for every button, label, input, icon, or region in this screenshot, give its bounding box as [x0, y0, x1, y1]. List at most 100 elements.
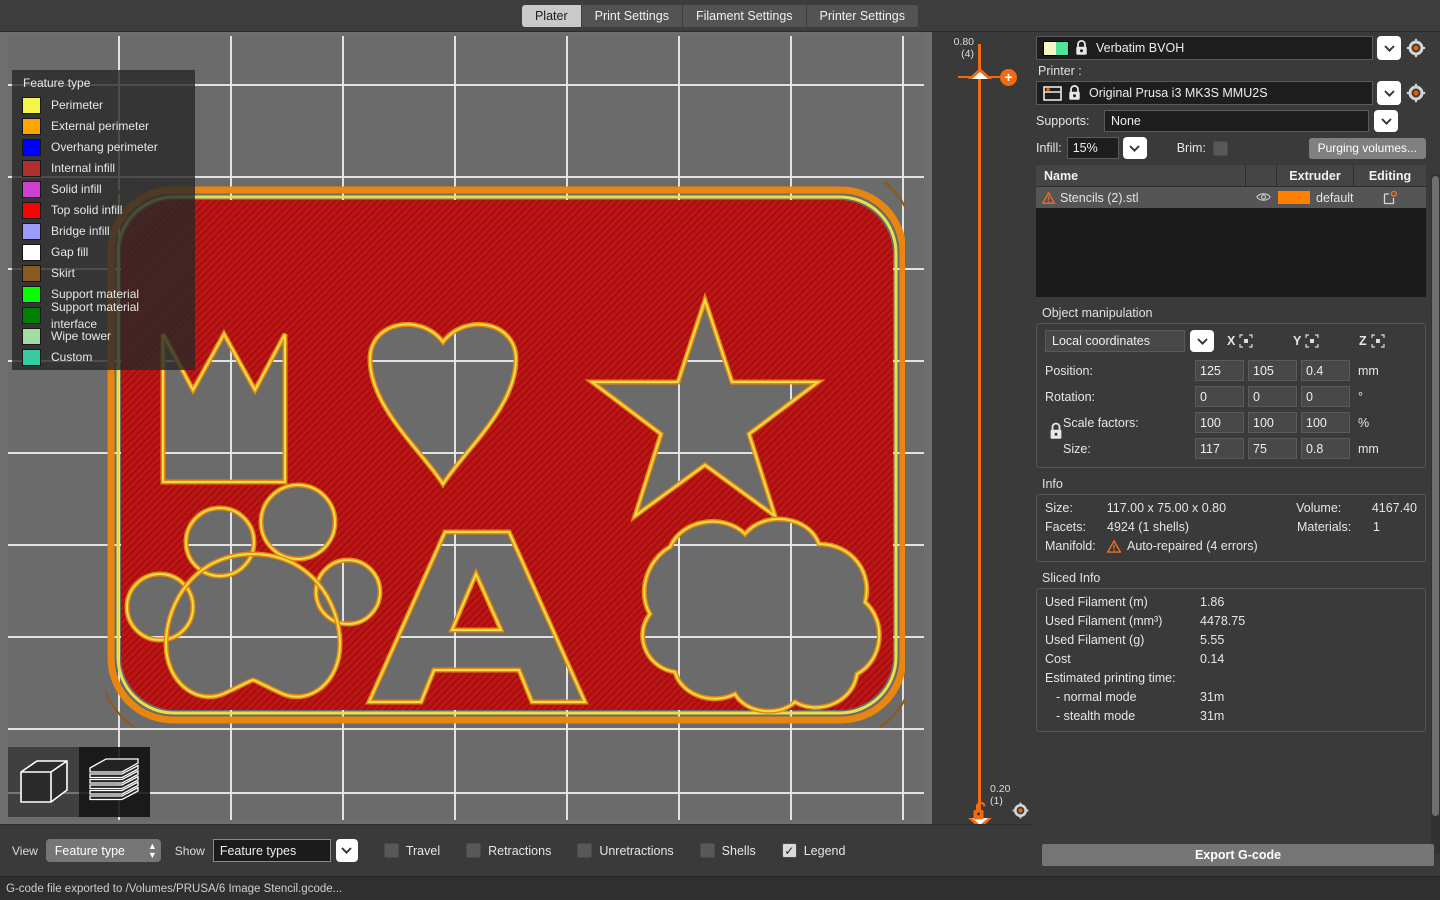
travel-label: Travel — [405, 843, 441, 858]
filament-preset-dropdown[interactable] — [1377, 36, 1401, 60]
object-extruder-cell[interactable]: default — [1278, 191, 1354, 205]
legend-swatch — [22, 202, 41, 219]
editor-view-button[interactable] — [8, 747, 79, 817]
lock-icon — [1050, 422, 1062, 439]
one-layer-lock-button[interactable] — [972, 801, 989, 826]
size-y-field[interactable]: 75 — [1248, 438, 1297, 459]
export-gcode-button[interactable]: Export G-code — [1042, 844, 1434, 866]
layer-slider-upper-handle[interactable] — [968, 68, 992, 79]
main-tab-bar: Plater Print Settings Filament Settings … — [0, 0, 1440, 32]
object-manipulation-box: Local coordinates X Y Z Position: 125 10… — [1036, 323, 1426, 468]
size-x-field[interactable]: 117 — [1195, 438, 1244, 459]
info-volume-value: 4167.40 — [1371, 501, 1417, 515]
status-message: G-code file exported to /Volumes/PRUSA/6… — [6, 882, 343, 895]
brim-checkbox[interactable] — [1212, 140, 1228, 156]
show-dropdown[interactable] — [335, 839, 358, 862]
tab-filament-settings[interactable]: Filament Settings — [682, 4, 807, 27]
object-manipulation-group: Object manipulation Local coordinates X — [1036, 306, 1426, 468]
travel-checkbox[interactable] — [383, 843, 399, 858]
printer-preset-combo[interactable]: Original Prusa i3 MK3S MMU2S — [1036, 81, 1373, 105]
legend-item-solid-infill: Solid infill — [22, 179, 187, 200]
infill-value-field[interactable]: 15% — [1066, 137, 1119, 159]
add-color-change-button[interactable]: + — [1000, 69, 1017, 86]
gcode-preview-viewport[interactable]: Feature type Perimeter External perimete… — [0, 32, 932, 824]
axis-reset-icon[interactable] — [1371, 334, 1385, 348]
axis-reset-icon[interactable] — [1239, 334, 1253, 348]
preview-view-button[interactable] — [79, 747, 150, 817]
supports-combo[interactable]: None — [1104, 110, 1369, 132]
scale-z-field[interactable]: 100 — [1301, 412, 1350, 433]
legend-checkbox[interactable] — [781, 843, 797, 858]
scale-x-field[interactable]: 100 — [1195, 412, 1244, 433]
legend-item-skirt: Skirt — [22, 263, 187, 284]
unretractions-checkbox[interactable] — [577, 843, 593, 858]
used-filament-m-label: Used Filament (m) — [1045, 595, 1148, 609]
object-manipulation-title: Object manipulation — [1042, 306, 1153, 320]
used-filament-g-label: Used Filament (g) — [1045, 633, 1145, 647]
layer-slider-track[interactable] — [978, 44, 981, 814]
shells-label: Shells — [721, 843, 756, 858]
legend-swatch — [22, 181, 41, 198]
unretractions-checkbox-group: Unretractions — [577, 843, 674, 858]
position-row: Position: 125 105 0.4 mm — [1045, 360, 1417, 381]
coordinate-system-select[interactable]: Local coordinates — [1045, 330, 1185, 352]
view-select[interactable]: Feature type ▲ ▼ — [45, 839, 161, 862]
rotation-unit: ° — [1358, 389, 1363, 404]
tab-printer-settings[interactable]: Printer Settings — [806, 4, 919, 27]
sliced-info-group: Sliced Info Used Filament (m) 1.86 Used … — [1036, 571, 1426, 732]
normal-mode-label: - normal mode — [1056, 690, 1137, 704]
rotation-y-field[interactable]: 0 — [1248, 386, 1297, 407]
axis-header-y: Y — [1293, 334, 1346, 348]
legend-item-custom: Custom — [22, 347, 187, 368]
printer-settings-gear[interactable] — [1406, 83, 1426, 103]
object-list-col-editing: Editing — [1368, 168, 1412, 183]
slider-settings-button[interactable] — [1012, 802, 1029, 824]
legend-label: External perimeter — [51, 119, 150, 133]
purging-volumes-button[interactable]: Purging volumes... — [1308, 137, 1426, 159]
printer-preset-dropdown[interactable] — [1377, 81, 1401, 105]
tab-print-settings[interactable]: Print Settings — [581, 4, 683, 27]
tab-plater[interactable]: Plater — [521, 4, 582, 27]
sliced-info-box: Used Filament (m) 1.86 Used Filament (mm… — [1036, 588, 1426, 732]
scrollbar-thumb[interactable] — [1432, 176, 1439, 816]
object-editing-cell[interactable] — [1354, 190, 1426, 205]
legend-label: Legend — [803, 843, 846, 858]
position-y-field[interactable]: 105 — [1248, 360, 1297, 381]
info-manifold-row: Manifold: Auto-repaired (4 errors) — [1045, 539, 1417, 553]
axis-label-y: Y — [1293, 334, 1302, 348]
retractions-checkbox[interactable] — [466, 843, 482, 858]
supports-dropdown[interactable] — [1374, 110, 1398, 132]
filament-settings-gear[interactable] — [1406, 38, 1426, 58]
layer-slider[interactable]: 0.80 (4) 0.20 (1) + — [932, 32, 1036, 829]
infill-dropdown[interactable] — [1122, 137, 1147, 159]
info-materials-label: Materials: — [1297, 520, 1352, 534]
shells-checkbox[interactable] — [699, 843, 715, 858]
uniform-scale-lock-button[interactable] — [1049, 422, 1063, 445]
legend-swatch — [22, 349, 41, 366]
position-label: Position: — [1045, 363, 1093, 378]
position-z-field[interactable]: 0.4 — [1301, 360, 1350, 381]
coordinate-system-dropdown[interactable] — [1190, 330, 1214, 352]
object-list[interactable]: Stencils (2).stl default — [1036, 187, 1426, 297]
shells-checkbox-group: Shells — [699, 843, 756, 858]
chevron-down-icon — [1196, 337, 1208, 345]
show-combo[interactable]: Feature types — [212, 839, 331, 862]
rotation-x-field[interactable]: 0 — [1195, 386, 1244, 407]
axis-reset-icon[interactable] — [1305, 334, 1319, 348]
scale-y-field[interactable]: 100 — [1248, 412, 1297, 433]
coordinate-system-row: Local coordinates X Y Z — [1045, 330, 1417, 352]
object-name: Stencils (2).stl — [1060, 190, 1139, 205]
position-x-field[interactable]: 125 — [1195, 360, 1244, 381]
view-value: Feature type — [54, 843, 125, 858]
object-list-row[interactable]: Stencils (2).stl default — [1036, 187, 1426, 208]
size-z-field[interactable]: 0.8 — [1301, 438, 1350, 459]
right-panel-scrollbar[interactable] — [1431, 174, 1440, 854]
object-visibility-toggle[interactable] — [1248, 191, 1278, 205]
filament-preset-combo[interactable]: Verbatim BVOH — [1036, 36, 1373, 60]
rotation-z-field[interactable]: 0 — [1301, 386, 1350, 407]
tab-group: Plater Print Settings Filament Settings … — [521, 4, 919, 27]
filament-preset-row: Verbatim BVOH — [1036, 36, 1426, 60]
used-filament-mm3-value: 4478.75 — [1200, 614, 1246, 628]
legend-label: Top solid infill — [51, 203, 123, 217]
estimated-time-label: Estimated printing time: — [1045, 671, 1176, 685]
